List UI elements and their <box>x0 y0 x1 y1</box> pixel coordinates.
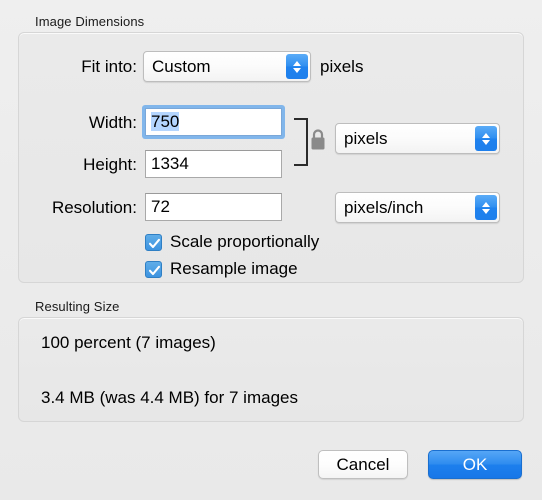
resolution-unit-popup-button[interactable]: pixels/inch <box>335 192 500 223</box>
fit-into-unit-label: pixels <box>320 57 363 77</box>
resulting-size-percent-line: 100 percent (7 images) <box>41 333 216 353</box>
cancel-button[interactable]: Cancel <box>318 450 408 479</box>
checkbox-checked-icon[interactable] <box>145 261 162 278</box>
height-input-value: 1334 <box>151 154 189 173</box>
chevron-down-icon <box>482 140 490 145</box>
resulting-size-group-label: Resulting Size <box>35 299 120 314</box>
size-unit-popup-button[interactable]: pixels <box>335 123 500 154</box>
checkbox-checked-icon[interactable] <box>145 234 162 251</box>
size-unit-stepper[interactable] <box>475 126 497 151</box>
image-dimensions-group-label: Image Dimensions <box>35 14 144 29</box>
chevron-down-icon <box>482 209 490 214</box>
resolution-input-value: 72 <box>151 197 170 216</box>
resolution-label: Resolution: <box>37 198 137 218</box>
size-unit-value: pixels <box>336 129 475 149</box>
fit-into-value: Custom <box>144 57 286 77</box>
width-input[interactable]: 750 <box>145 108 282 136</box>
chevron-up-icon <box>293 61 301 66</box>
fit-into-stepper[interactable] <box>286 54 308 79</box>
scale-proportionally-checkbox-row[interactable]: Scale proportionally <box>145 232 319 252</box>
resolution-unit-value: pixels/inch <box>336 198 475 218</box>
chevron-up-icon <box>482 202 490 207</box>
height-input[interactable]: 1334 <box>145 150 282 178</box>
ok-button[interactable]: OK <box>428 450 522 479</box>
resolution-unit-stepper[interactable] <box>475 195 497 220</box>
height-label: Height: <box>37 155 137 175</box>
chevron-down-icon <box>293 68 301 73</box>
scale-proportionally-label: Scale proportionally <box>170 232 319 252</box>
resample-image-label: Resample image <box>170 259 298 279</box>
chevron-up-icon <box>482 133 490 138</box>
fit-into-label: Fit into: <box>37 57 137 77</box>
resulting-size-bytes-line: 3.4 MB (was 4.4 MB) for 7 images <box>41 388 298 408</box>
resample-image-checkbox-row[interactable]: Resample image <box>145 259 298 279</box>
resolution-input[interactable]: 72 <box>145 193 282 221</box>
lock-icon[interactable] <box>309 128 327 152</box>
width-input-value: 750 <box>151 112 179 131</box>
fit-into-popup-button[interactable]: Custom <box>143 51 311 82</box>
width-label: Width: <box>37 113 137 133</box>
dimension-link-bracket <box>294 118 308 166</box>
